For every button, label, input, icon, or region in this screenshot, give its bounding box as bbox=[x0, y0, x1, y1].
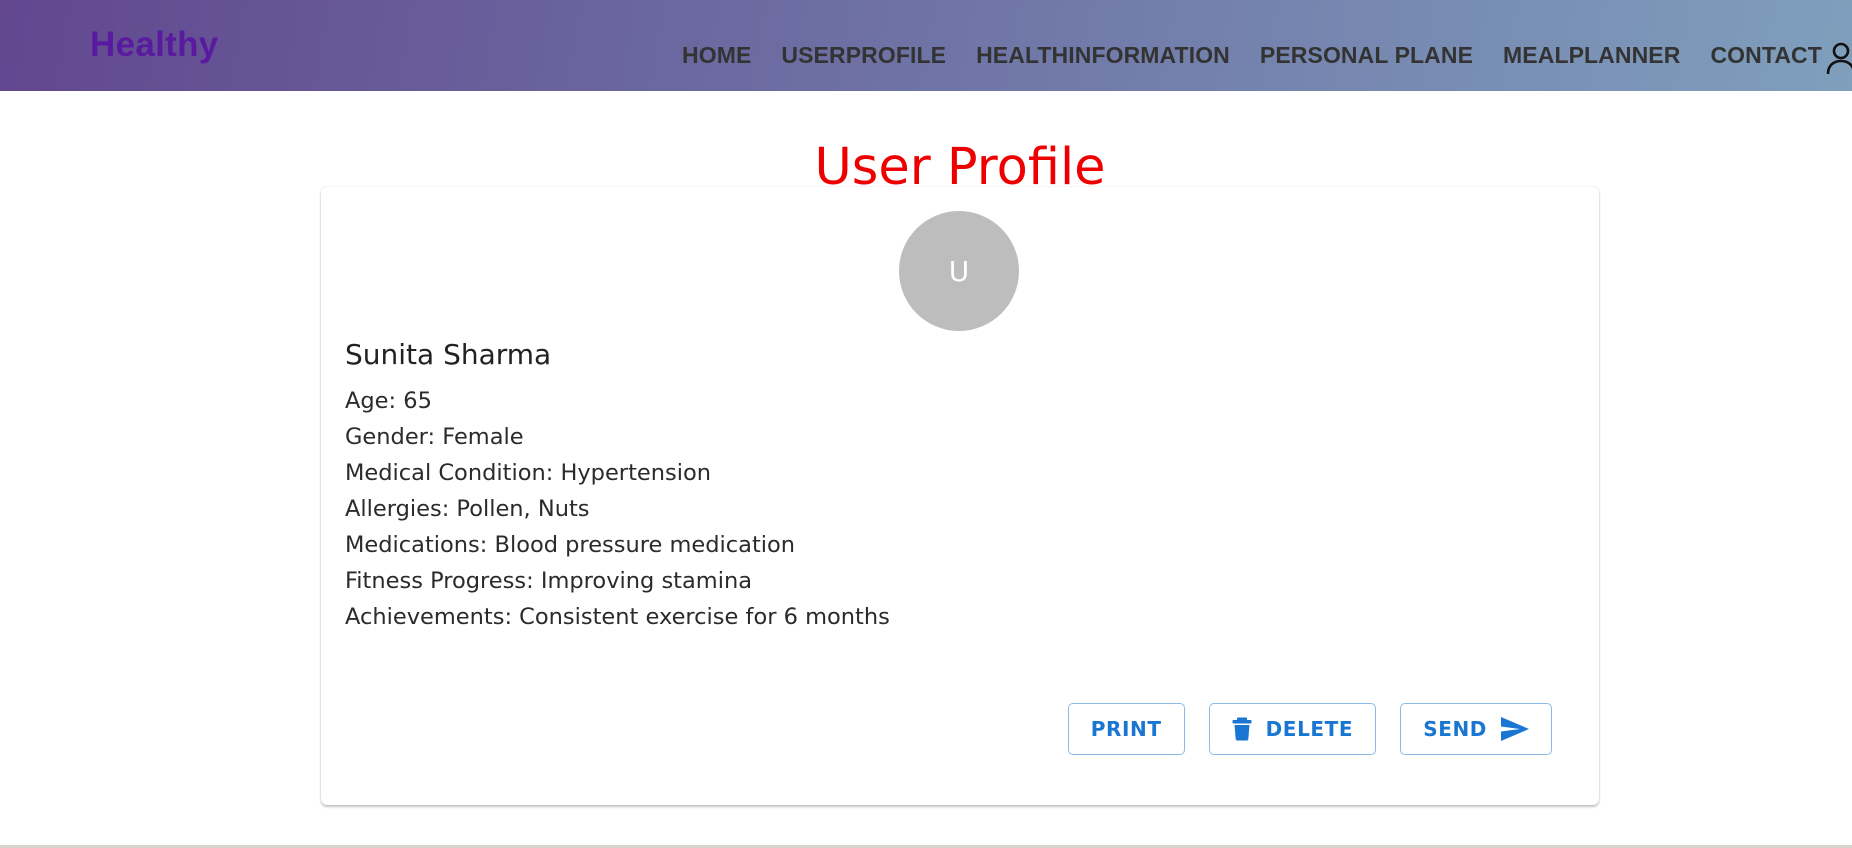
nav-link-home[interactable]: HOME bbox=[682, 42, 751, 69]
detail-fitness-progress: Fitness Progress: Improving stamina bbox=[345, 568, 752, 594]
profile-details: Age: 65 Gender: Female Medical Condition… bbox=[345, 383, 890, 635]
avatar: U bbox=[899, 211, 1019, 331]
detail-gender: Gender: Female bbox=[345, 424, 524, 450]
send-button[interactable]: SEND bbox=[1400, 703, 1552, 755]
detail-allergies: Allergies: Pollen, Nuts bbox=[345, 496, 590, 522]
detail-medications: Medications: Blood pressure medication bbox=[345, 532, 796, 558]
nav-link-healthinformation[interactable]: HEALTHINFORMATION bbox=[976, 42, 1230, 69]
detail-medical-condition: Medical Condition: Hypertension bbox=[345, 460, 711, 486]
send-arrow-icon bbox=[1501, 717, 1529, 741]
nav-link-userprofile[interactable]: USERPROFILE bbox=[781, 42, 946, 69]
action-buttons: PRINT DELETE SEND bbox=[1067, 703, 1552, 755]
detail-achievements: Achievements: Consistent exercise for 6 … bbox=[345, 604, 890, 630]
nav-link-contact[interactable]: CONTACT bbox=[1710, 42, 1821, 69]
nav-link-personal-plane[interactable]: PERSONAL PLANE bbox=[1260, 42, 1473, 69]
person-outline-icon[interactable] bbox=[1826, 42, 1852, 76]
nav-link-mealplanner[interactable]: MEALPLANNER bbox=[1503, 42, 1680, 69]
top-navbar: Healthy HOME USERPROFILE HEALTHINFORMATI… bbox=[0, 0, 1852, 91]
brand-logo-text[interactable]: Healthy bbox=[90, 25, 219, 65]
trash-icon bbox=[1232, 717, 1252, 741]
delete-button[interactable]: DELETE bbox=[1208, 703, 1377, 755]
delete-button-label: DELETE bbox=[1265, 717, 1354, 741]
send-button-label: SEND bbox=[1423, 717, 1487, 741]
profile-card: U Sunita Sharma Age: 65 Gender: Female M… bbox=[321, 187, 1599, 805]
user-name: Sunita Sharma bbox=[345, 338, 552, 371]
nav-links: HOME USERPROFILE HEALTHINFORMATION PERSO… bbox=[682, 42, 1822, 69]
print-button[interactable]: PRINT bbox=[1067, 703, 1185, 755]
print-button-label: PRINT bbox=[1090, 717, 1162, 741]
detail-age: Age: 65 bbox=[345, 388, 432, 414]
